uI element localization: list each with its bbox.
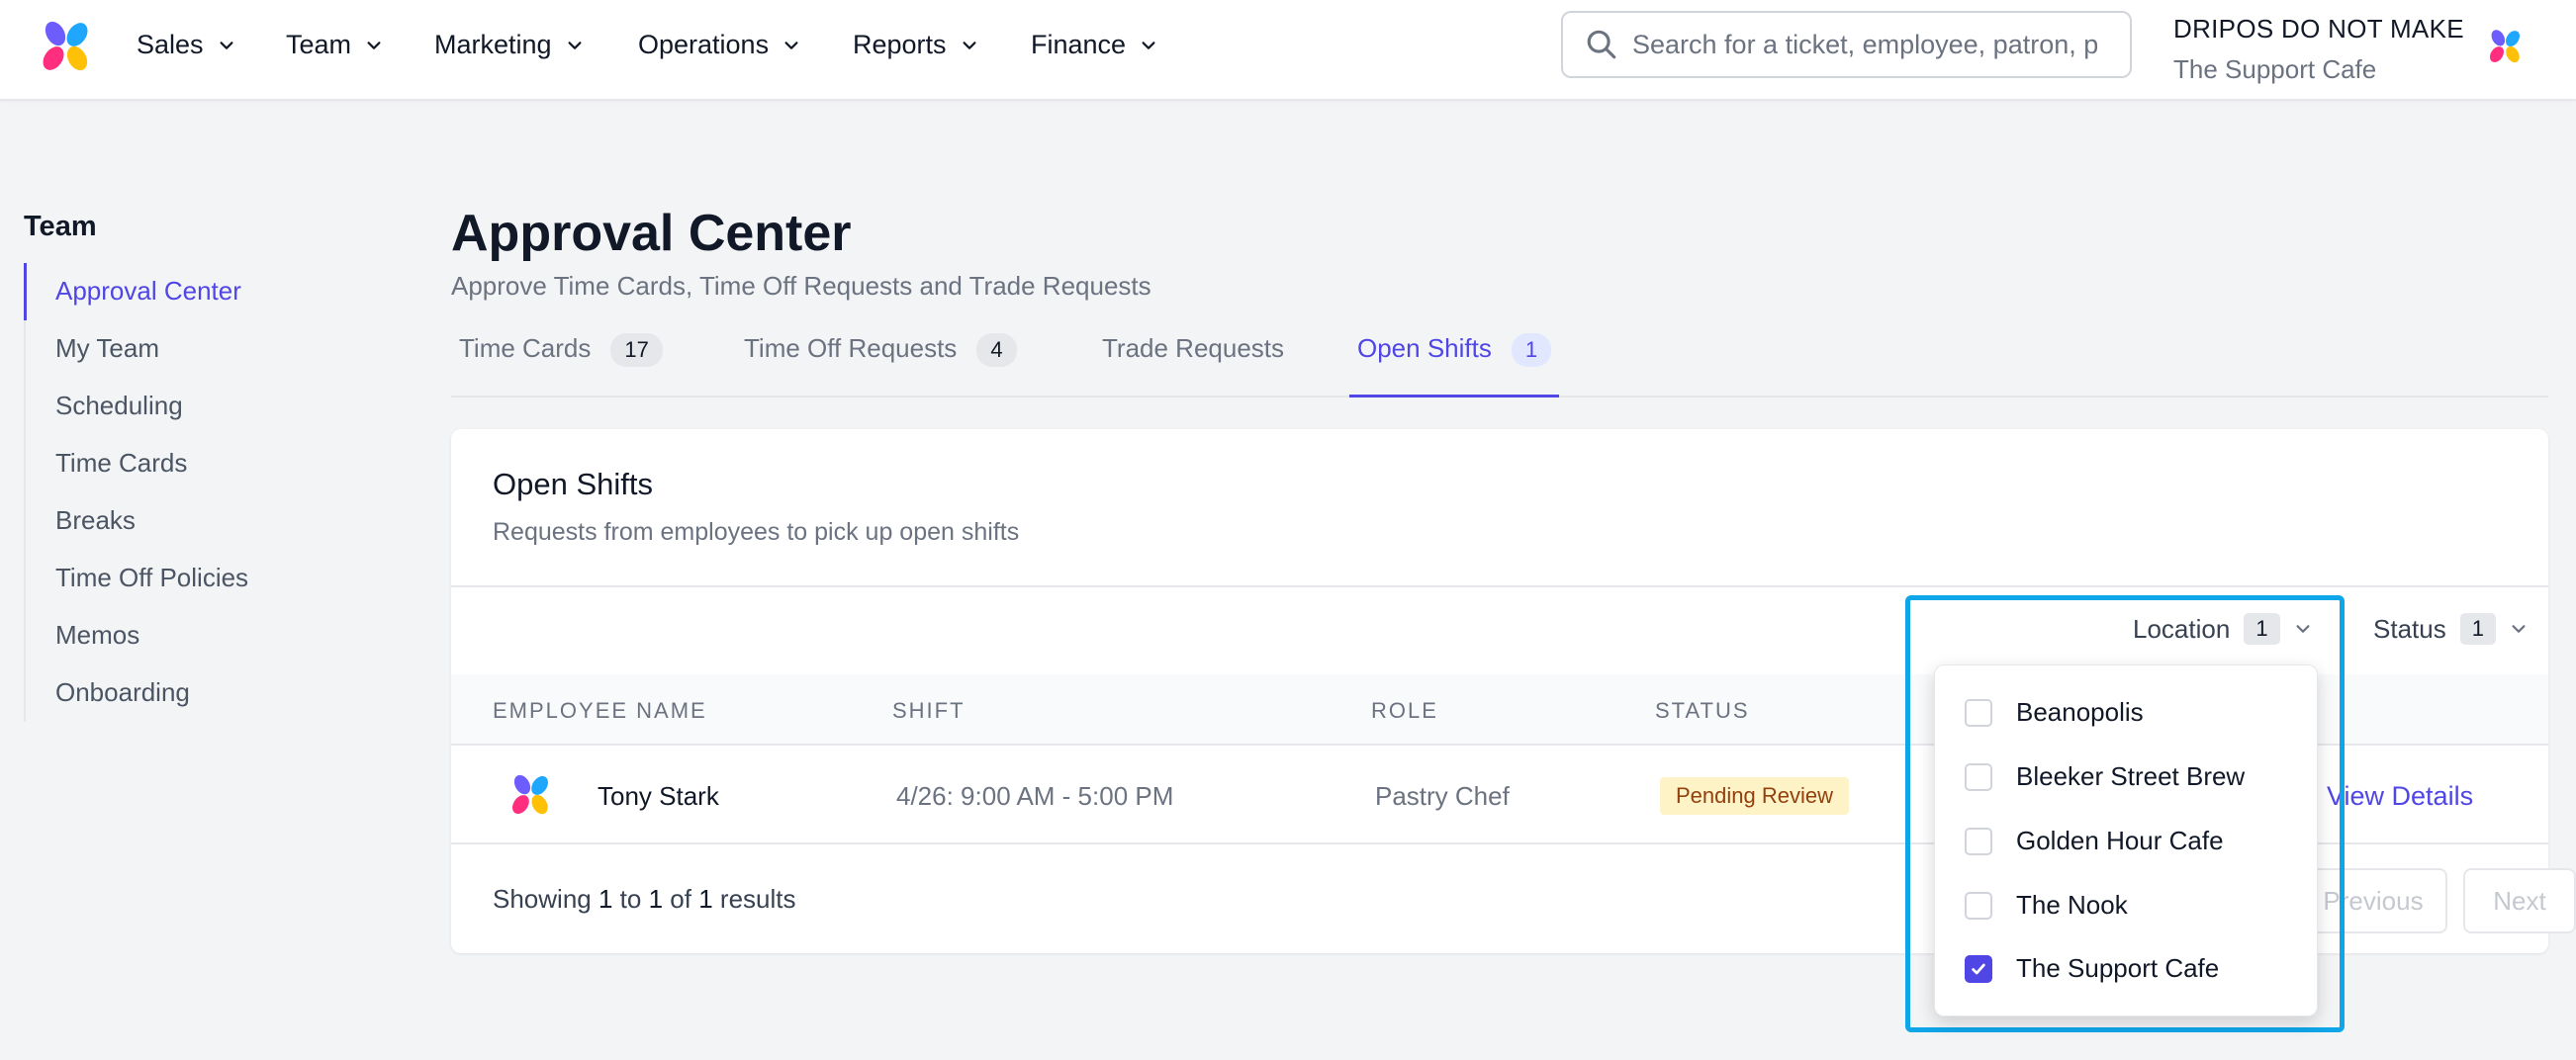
nav-operations-label: Operations bbox=[638, 30, 770, 59]
location-dropdown-menu: Beanopolis Bleeker Street Brew Golden Ho… bbox=[1934, 664, 2318, 1016]
location-option-the-nook[interactable]: The Nook bbox=[1965, 890, 2128, 921]
page-title: Approval Center bbox=[451, 205, 852, 262]
location-option-the-support-cafe[interactable]: The Support Cafe bbox=[1965, 953, 2219, 984]
role: Pastry Chef bbox=[1375, 781, 1510, 811]
view-details-link[interactable]: View Details bbox=[2327, 781, 2473, 812]
summary-from: 1 bbox=[598, 884, 613, 914]
sidebar-title: Team bbox=[24, 211, 97, 242]
chevron-down-icon bbox=[963, 41, 976, 49]
sidebar-item-time-off-policies[interactable]: Time Off Policies bbox=[26, 550, 281, 607]
global-search[interactable] bbox=[1561, 11, 2132, 78]
location-option-beanopolis[interactable]: Beanopolis bbox=[1965, 697, 2144, 728]
nav-finance[interactable]: Finance bbox=[1031, 30, 1157, 60]
account-location: The Support Cafe bbox=[2173, 54, 2377, 84]
checkbox[interactable] bbox=[1965, 827, 1992, 855]
status-filter-label: Status bbox=[2373, 613, 2446, 644]
chevron-down-icon bbox=[1142, 41, 1155, 49]
account-name: DRIPOS DO NOT MAKE bbox=[2173, 14, 2464, 44]
sidebar-item-my-team[interactable]: My Team bbox=[26, 320, 281, 378]
nav-reports[interactable]: Reports bbox=[853, 30, 978, 60]
nav-reports-label: Reports bbox=[853, 30, 947, 59]
column-header-shift[interactable]: SHIFT bbox=[892, 698, 966, 724]
nav-finance-label: Finance bbox=[1031, 30, 1127, 59]
account-info[interactable]: DRIPOS DO NOT MAKE The Support Cafe bbox=[2173, 14, 2464, 85]
shift-time: 4/26: 9:00 AM - 5:00 PM bbox=[896, 781, 1174, 811]
tab-count-badge: 1 bbox=[1511, 333, 1552, 367]
column-header-status[interactable]: STATUS bbox=[1655, 698, 1750, 724]
nav-team-label: Team bbox=[286, 30, 352, 59]
card-title: Open Shifts bbox=[493, 467, 653, 501]
option-label: The Support Cafe bbox=[2016, 953, 2220, 983]
nav-team[interactable]: Team bbox=[286, 30, 383, 60]
page-subtitle: Approve Time Cards, Time Off Requests an… bbox=[451, 271, 1151, 301]
summary-total: 1 bbox=[698, 884, 713, 914]
pagination-summary: Showing 1 to 1 of 1 results bbox=[493, 884, 796, 915]
nav-operations[interactable]: Operations bbox=[638, 30, 800, 60]
nav-sales-label: Sales bbox=[137, 30, 204, 59]
sidebar-item-scheduling[interactable]: Scheduling bbox=[26, 378, 281, 435]
chevron-down-icon bbox=[568, 41, 582, 49]
sidebar-item-onboarding[interactable]: Onboarding bbox=[26, 664, 281, 722]
tab-label: Open Shifts bbox=[1357, 333, 1492, 363]
divider bbox=[451, 585, 2548, 587]
sidebar-item-time-cards[interactable]: Time Cards bbox=[26, 435, 281, 492]
nav-marketing[interactable]: Marketing bbox=[434, 30, 584, 60]
location-option-golden-hour-cafe[interactable]: Golden Hour Cafe bbox=[1965, 826, 2224, 856]
summary-to: 1 bbox=[648, 884, 664, 914]
employee-name: Tony Stark bbox=[598, 781, 719, 811]
summary-suffix: results bbox=[719, 884, 796, 914]
sidebar-item-memos[interactable]: Memos bbox=[26, 607, 281, 664]
tab-label: Time Cards bbox=[459, 333, 592, 363]
sidebar-nav: Approval Center My Team Scheduling Time … bbox=[24, 263, 281, 722]
option-label: Beanopolis bbox=[2016, 697, 2144, 727]
option-label: Golden Hour Cafe bbox=[2016, 826, 2224, 855]
tab-count-badge: 4 bbox=[976, 333, 1017, 367]
status-filter[interactable]: Status 1 bbox=[2373, 613, 2528, 645]
checkbox[interactable] bbox=[1965, 698, 1992, 727]
location-option-bleeker-street-brew[interactable]: Bleeker Street Brew bbox=[1965, 761, 2245, 792]
summary-prefix: Showing bbox=[493, 884, 592, 914]
tab-time-off-requests[interactable]: Time Off Requests 4 bbox=[744, 326, 1017, 398]
search-icon bbox=[1587, 30, 1616, 59]
tab-label: Time Off Requests bbox=[744, 333, 958, 363]
nav-sales[interactable]: Sales bbox=[137, 30, 235, 60]
tab-open-shifts[interactable]: Open Shifts 1 bbox=[1349, 326, 1560, 398]
nav-marketing-label: Marketing bbox=[434, 30, 552, 59]
account-avatar-icon[interactable] bbox=[2485, 27, 2525, 66]
summary-of-word: of bbox=[670, 884, 691, 914]
card-subtitle: Requests from employees to pick up open … bbox=[493, 518, 1020, 546]
tab-label: Trade Requests bbox=[1102, 333, 1285, 363]
top-navbar: Sales Team Marketing Operations Reports … bbox=[0, 0, 2576, 101]
check-icon bbox=[1972, 963, 1985, 974]
sidebar-item-breaks[interactable]: Breaks bbox=[26, 492, 281, 550]
checkbox[interactable] bbox=[1965, 762, 1992, 791]
chevron-down-icon bbox=[367, 41, 381, 49]
tab-count-badge: 17 bbox=[610, 333, 663, 367]
option-label: The Nook bbox=[2016, 890, 2128, 920]
tab-trade-requests[interactable]: Trade Requests bbox=[1102, 326, 1284, 398]
summary-to-word: to bbox=[619, 884, 642, 914]
chevron-down-icon bbox=[784, 41, 798, 49]
search-input[interactable] bbox=[1632, 29, 2097, 60]
chevron-down-icon bbox=[2512, 625, 2526, 633]
approval-tabs: Time Cards 17 Time Off Requests 4 Trade … bbox=[451, 326, 2548, 398]
employee-avatar-icon bbox=[512, 774, 548, 815]
checkbox-checked[interactable] bbox=[1965, 954, 1992, 983]
next-button[interactable]: Next bbox=[2463, 868, 2576, 933]
chevron-down-icon bbox=[220, 41, 233, 49]
column-header-role[interactable]: ROLE bbox=[1371, 698, 1438, 724]
option-label: Bleeker Street Brew bbox=[2016, 761, 2246, 791]
tab-time-cards[interactable]: Time Cards 17 bbox=[459, 326, 663, 398]
status-badge: Pending Review bbox=[1660, 777, 1849, 815]
dripos-logo-icon[interactable] bbox=[36, 17, 95, 76]
status-filter-count: 1 bbox=[2459, 613, 2496, 645]
sidebar-item-approval-center[interactable]: Approval Center bbox=[24, 263, 281, 320]
checkbox[interactable] bbox=[1965, 891, 1992, 920]
column-header-employee-name[interactable]: EMPLOYEE NAME bbox=[493, 698, 707, 724]
